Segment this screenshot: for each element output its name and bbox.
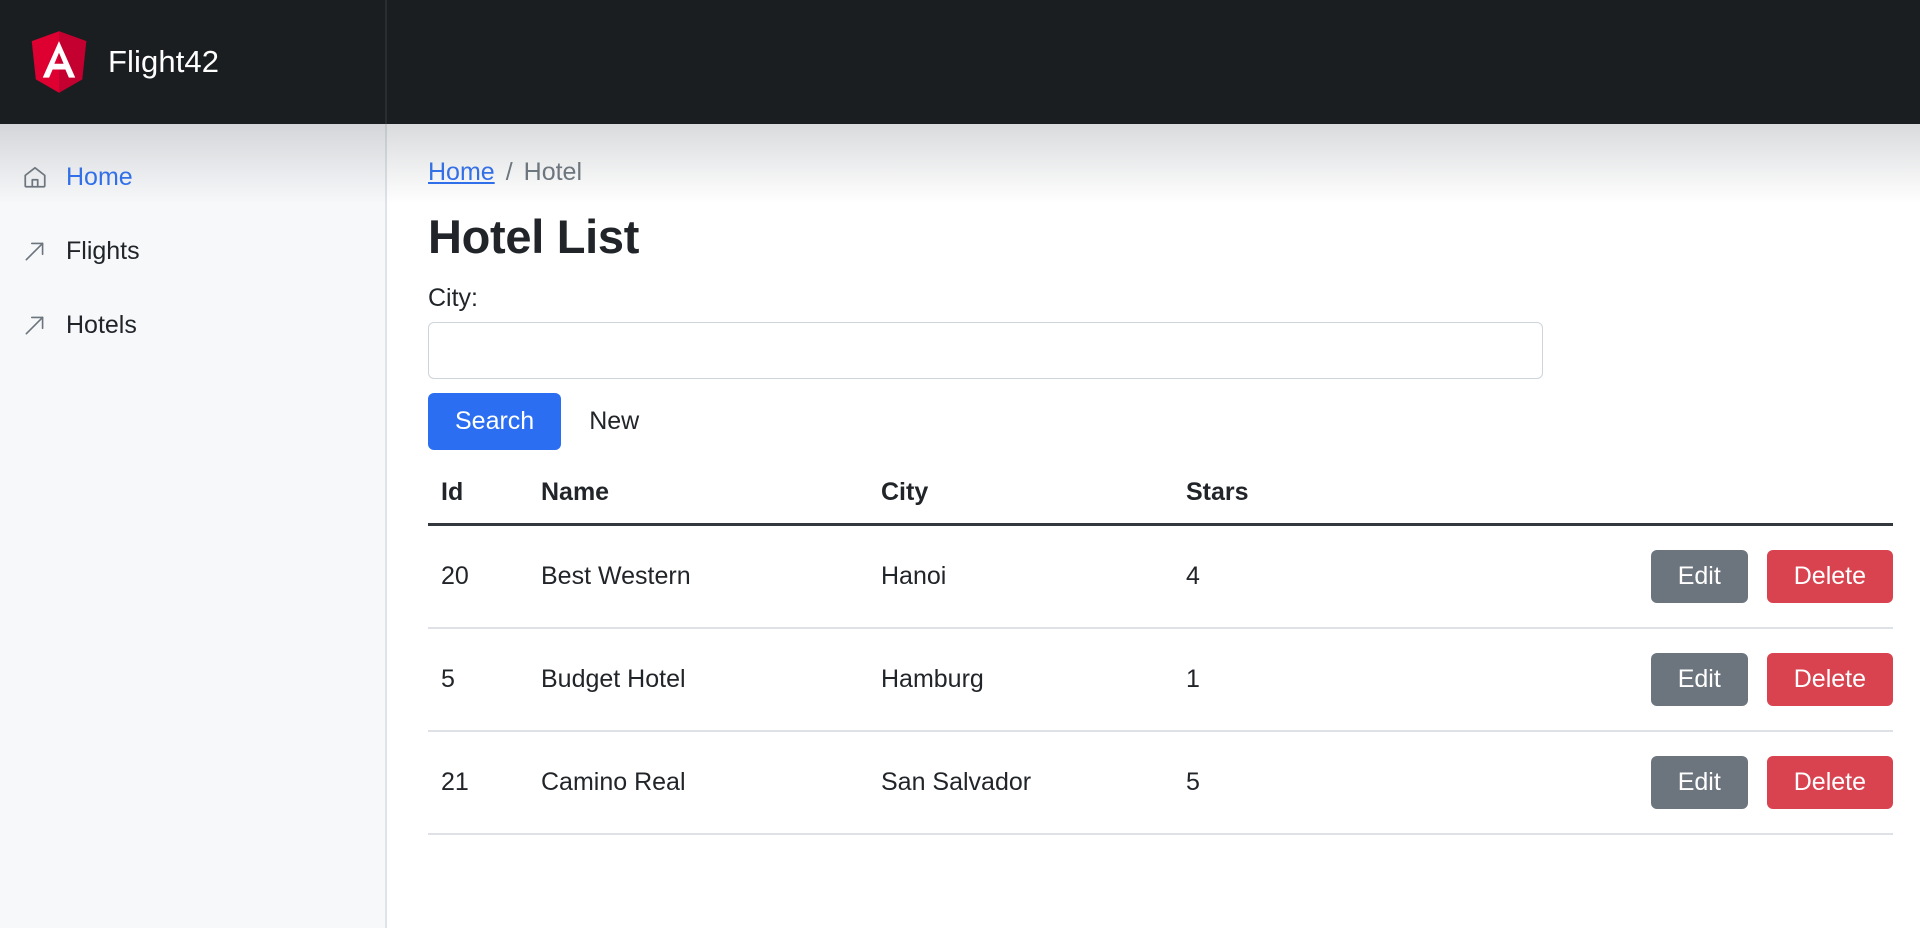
cell-city: San Salvador	[868, 731, 1173, 834]
cell-name: Best Western	[528, 524, 868, 628]
application-root: Flight42 Home	[0, 0, 1920, 928]
arrow-up-right-icon	[22, 312, 48, 338]
cell-stars: 5	[1173, 731, 1593, 834]
column-header-city: City	[868, 466, 1173, 525]
table-row-partial	[428, 834, 1893, 883]
top-header-bar: Flight42	[0, 0, 1920, 124]
column-header-actions	[1593, 466, 1893, 525]
sidebar-item-label: Flights	[66, 237, 140, 266]
column-header-stars: Stars	[1173, 466, 1593, 525]
cell-name	[528, 834, 868, 883]
cell-actions: Edit Delete	[1593, 731, 1893, 834]
sidebar-item-home[interactable]: Home	[0, 140, 385, 214]
city-input[interactable]	[428, 322, 1543, 379]
cell-id: 5	[428, 628, 528, 731]
sidebar-item-label: Home	[66, 163, 133, 192]
sidebar-item-hotels[interactable]: Hotels	[0, 288, 385, 362]
table-row: 5 Budget Hotel Hamburg 1 Edit Delete	[428, 628, 1893, 731]
hotel-table-head: Id Name City Stars	[428, 466, 1893, 525]
breadcrumb-current: Hotel	[524, 158, 582, 187]
brand-logo-link[interactable]: Flight42	[30, 31, 219, 93]
breadcrumb-home-link[interactable]: Home	[428, 158, 495, 187]
main-content: Home / Hotel Hotel List City: Search New…	[389, 124, 1920, 928]
cell-stars: 1	[1173, 628, 1593, 731]
sidebar-nav-list: Home Flights Hotels	[0, 124, 385, 362]
table-header-row: Id Name City Stars	[428, 466, 1893, 525]
column-header-id: Id	[428, 466, 528, 525]
edit-button[interactable]: Edit	[1651, 653, 1748, 706]
brand-name: Flight42	[108, 44, 219, 80]
cell-actions	[1593, 834, 1893, 883]
delete-button[interactable]: Delete	[1767, 653, 1893, 706]
cell-id: 21	[428, 731, 528, 834]
delete-button[interactable]: Delete	[1767, 756, 1893, 809]
cell-id: 20	[428, 524, 528, 628]
table-row: 21 Camino Real San Salvador 5 Edit Delet…	[428, 731, 1893, 834]
edit-button[interactable]: Edit	[1651, 756, 1748, 809]
breadcrumb: Home / Hotel	[428, 158, 1868, 187]
arrow-up-right-icon	[22, 238, 48, 264]
cell-actions: Edit Delete	[1593, 524, 1893, 628]
column-header-name: Name	[528, 466, 868, 525]
cell-name: Budget Hotel	[528, 628, 868, 731]
sidebar-item-flights[interactable]: Flights	[0, 214, 385, 288]
breadcrumb-separator: /	[506, 158, 513, 187]
cell-name: Camino Real	[528, 731, 868, 834]
cell-city: Hanoi	[868, 524, 1173, 628]
angular-shield-icon	[30, 31, 88, 93]
cell-stars	[1173, 834, 1593, 883]
edit-button[interactable]: Edit	[1651, 550, 1748, 603]
search-button[interactable]: Search	[428, 393, 561, 450]
delete-button[interactable]: Delete	[1767, 550, 1893, 603]
cell-city	[868, 834, 1173, 883]
table-row: 20 Best Western Hanoi 4 Edit Delete	[428, 524, 1893, 628]
sidebar: Home Flights Hotels	[0, 124, 387, 928]
city-field-label: City:	[428, 284, 1868, 313]
hotel-table-body: 20 Best Western Hanoi 4 Edit Delete 5 Bu…	[428, 524, 1893, 883]
cell-stars: 4	[1173, 524, 1593, 628]
cell-city: Hamburg	[868, 628, 1173, 731]
header-divider	[385, 0, 387, 124]
new-button[interactable]: New	[567, 393, 661, 450]
page-title: Hotel List	[428, 211, 1868, 263]
cell-id	[428, 834, 528, 883]
search-actions: Search New	[428, 393, 1868, 450]
cell-actions: Edit Delete	[1593, 628, 1893, 731]
sidebar-item-label: Hotels	[66, 311, 137, 340]
home-icon	[22, 164, 48, 190]
hotel-table: Id Name City Stars 20 Best Western Hanoi…	[428, 466, 1893, 883]
